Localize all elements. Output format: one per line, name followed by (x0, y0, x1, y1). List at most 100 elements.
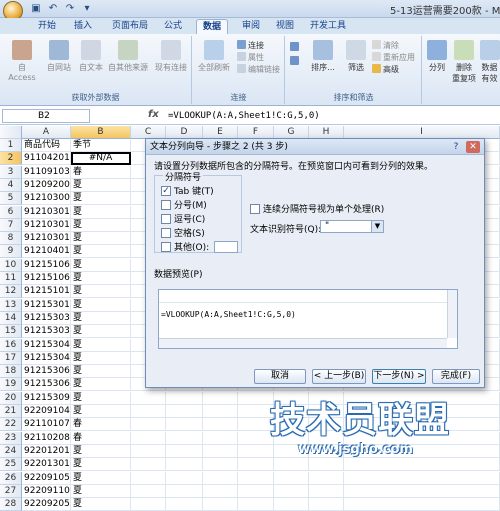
column-header-a[interactable]: A (22, 126, 71, 139)
cell-empty[interactable] (309, 498, 344, 511)
cell-product-code[interactable]: 912153063 (22, 365, 71, 379)
cell-empty[interactable] (309, 458, 344, 472)
cell-season[interactable]: 夏 (71, 232, 131, 246)
cell-empty[interactable] (238, 418, 274, 432)
row-header[interactable]: 1 (0, 139, 22, 152)
refresh-all-button[interactable]: 全部刷新 (195, 40, 233, 73)
cell-product-code[interactable]: 912153037 (22, 325, 71, 339)
cell-season[interactable]: 季节 (71, 139, 131, 152)
consecutive-checkbox[interactable]: 连续分隔符号视为单个处理(R) (250, 202, 384, 215)
cell-season[interactable]: 夏 (71, 298, 131, 312)
cell-product-code[interactable]: 922013017 (22, 458, 71, 472)
tab-review[interactable]: 审阅 (236, 19, 266, 34)
text-to-columns-button[interactable]: 分列 (425, 40, 449, 73)
cell-product-code[interactable]: 921102081 (22, 431, 71, 445)
cell-empty[interactable] (309, 471, 344, 485)
clear-button[interactable]: 清除 (372, 40, 399, 51)
existing-connections-button[interactable]: 现有连接 (152, 40, 190, 73)
cell-empty[interactable] (238, 405, 274, 418)
cell-season[interactable]: 夏 (71, 498, 131, 511)
row-header[interactable]: 11 (0, 272, 22, 285)
row-header[interactable]: 21 (0, 405, 22, 418)
row-header[interactable]: 15 (0, 325, 22, 339)
cell-season[interactable]: 夏 (71, 365, 131, 379)
qualifier-select[interactable]: " ▼ (320, 220, 384, 233)
cell-empty[interactable] (131, 418, 166, 432)
cell-empty[interactable] (203, 444, 238, 458)
cell-empty[interactable] (203, 484, 238, 498)
row-header[interactable]: 18 (0, 365, 22, 379)
properties-button[interactable]: 属性 (237, 52, 264, 63)
cell-season[interactable]: #N/A (71, 152, 131, 166)
cell-season[interactable]: 夏 (71, 405, 131, 418)
cancel-button[interactable]: 取消 (254, 369, 306, 384)
data-preview[interactable]: =VLOOKUP(A:A,Sheet1!C:G,5,0) (158, 289, 458, 349)
cell-empty[interactable] (131, 444, 166, 458)
cell-product-code[interactable]: 912151069 (22, 272, 71, 285)
row-header[interactable]: 22 (0, 418, 22, 432)
row-header[interactable]: 26 (0, 471, 22, 485)
cell-empty[interactable] (203, 405, 238, 418)
undo-icon[interactable]: ↶ (47, 3, 59, 15)
cell-product-code[interactable]: 912153066 (22, 378, 71, 392)
cell-product-code[interactable]: 912092001 (22, 178, 71, 192)
row-header[interactable]: 5 (0, 192, 22, 206)
tab-page-layout[interactable]: 页面布局 (106, 19, 154, 34)
row-header[interactable]: 28 (0, 498, 22, 511)
tab-view[interactable]: 视图 (270, 19, 300, 34)
row-header[interactable]: 27 (0, 484, 22, 498)
cell-season[interactable]: 夏 (71, 338, 131, 352)
edit-links-button[interactable]: 编辑链接 (237, 64, 280, 75)
row-header[interactable]: 20 (0, 391, 22, 405)
cell-season[interactable]: 夏 (71, 458, 131, 472)
cell-empty[interactable] (274, 471, 309, 485)
sort-button[interactable]: 排序... (306, 40, 340, 73)
row-header[interactable]: 17 (0, 351, 22, 365)
cell-empty[interactable] (203, 471, 238, 485)
row-header[interactable]: 24 (0, 444, 22, 458)
row-header[interactable]: 3 (0, 165, 22, 179)
cell-empty[interactable] (238, 458, 274, 472)
from-text-button[interactable]: 自文本 (76, 40, 106, 73)
cell-empty[interactable] (131, 391, 166, 405)
formula-input[interactable]: =VLOOKUP(A:A,Sheet1!C:G,5,0) (168, 109, 320, 123)
cell-product-code[interactable]: 921101074 (22, 418, 71, 432)
cell-season[interactable]: 夏 (71, 444, 131, 458)
cell-product-code[interactable]: 912153095 (22, 391, 71, 405)
tab-checkbox[interactable]: ✓ Tab 键(T) (161, 184, 214, 197)
row-header[interactable]: 12 (0, 285, 22, 299)
cell-season[interactable]: 夏 (71, 391, 131, 405)
cell-empty[interactable] (203, 458, 238, 472)
cell-empty[interactable] (274, 458, 309, 472)
tab-data[interactable]: 数据 (196, 19, 229, 34)
cell-product-code[interactable]: 912151018 (22, 285, 71, 299)
cell-product-code[interactable]: 912103017 (22, 232, 71, 246)
reapply-button[interactable]: 重新应用 (372, 52, 415, 63)
cell-product-code[interactable]: 922012016 (22, 444, 71, 458)
cell-empty[interactable] (166, 418, 203, 432)
cell-season[interactable]: 夏 (71, 351, 131, 365)
other-separator-input[interactable] (214, 241, 238, 253)
cell-empty[interactable] (344, 498, 500, 511)
cell-season[interactable]: 春 (71, 431, 131, 445)
cell-season[interactable]: 夏 (71, 484, 131, 498)
cell-season[interactable]: 夏 (71, 218, 131, 232)
from-web-button[interactable]: 自网站 (44, 40, 74, 73)
cell-empty[interactable] (131, 471, 166, 485)
data-validation-button[interactable]: 数据 有效 (479, 40, 500, 84)
preview-vertical-scrollbar[interactable] (447, 290, 457, 338)
cell-season[interactable]: 春 (71, 418, 131, 432)
cell-empty[interactable] (344, 458, 500, 472)
cell-season[interactable]: 夏 (71, 245, 131, 259)
sort-descending-icon[interactable] (290, 56, 301, 66)
cell-season[interactable]: 春 (71, 165, 131, 179)
column-header-b[interactable]: B (71, 126, 131, 139)
tab-developer[interactable]: 开发工具 (304, 19, 352, 34)
cell-product-code[interactable]: 912153046 (22, 338, 71, 352)
cell-empty[interactable] (203, 391, 238, 405)
row-header[interactable]: 13 (0, 298, 22, 312)
space-checkbox[interactable]: 空格(S) (161, 226, 205, 239)
cell-season[interactable]: 夏 (71, 378, 131, 392)
cell-empty[interactable] (166, 444, 203, 458)
row-header[interactable]: 23 (0, 431, 22, 445)
